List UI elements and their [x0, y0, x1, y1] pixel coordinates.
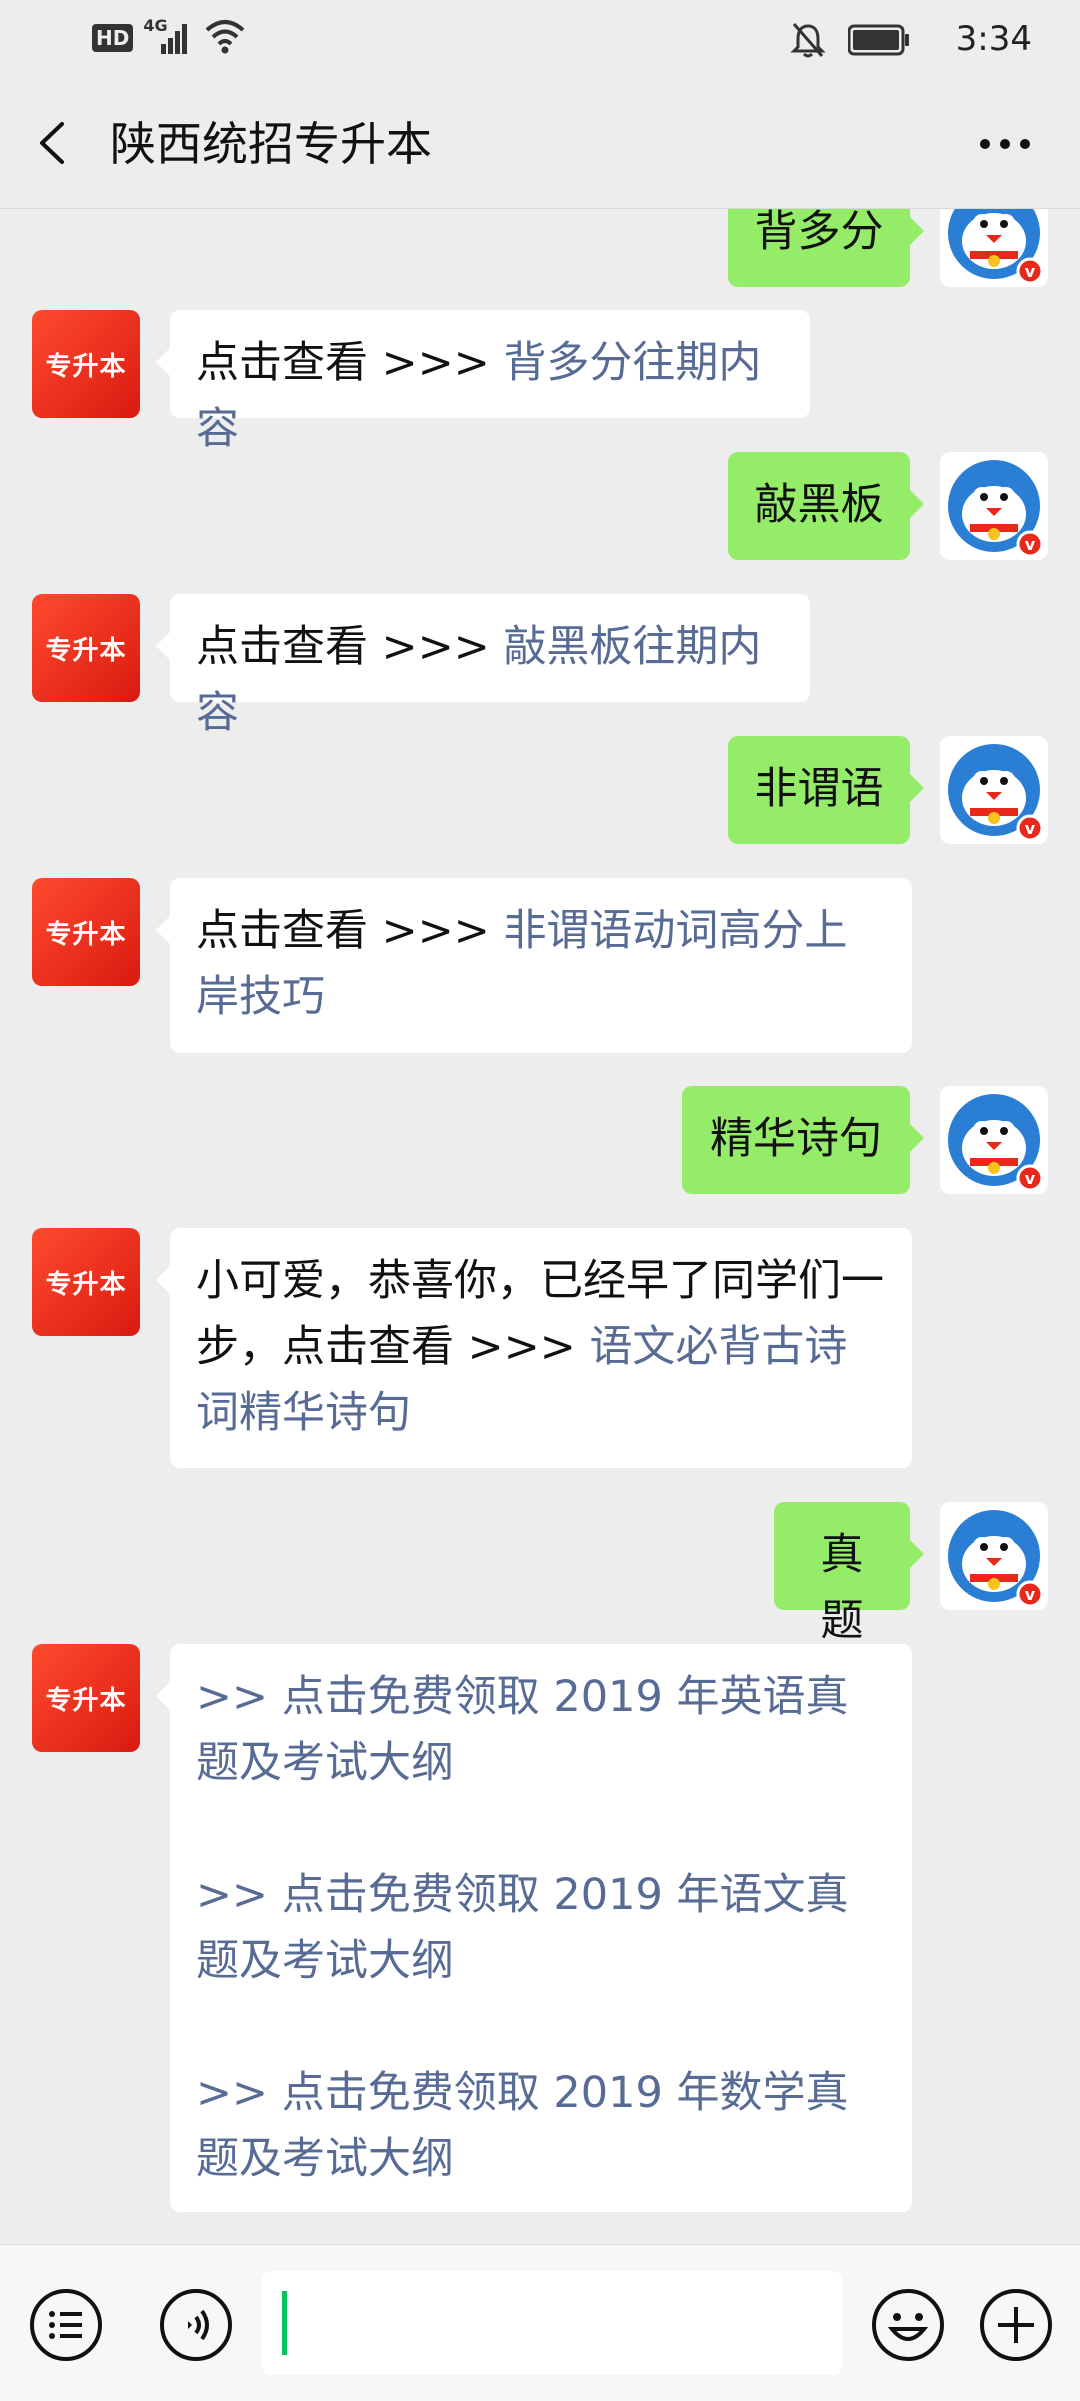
status-bar: HD 4G 3:34: [0, 0, 1080, 78]
emoji-icon: [872, 2289, 944, 2361]
svg-text:v: v: [1025, 1169, 1036, 1188]
message-link[interactable]: >> 点击免费领取 2019 年英语真题及考试大纲: [196, 1664, 886, 1796]
clock: 3:34: [955, 19, 1032, 59]
mute-bell-icon: [790, 20, 826, 64]
penguin-avatar-icon: v: [948, 209, 1044, 285]
penguin-avatar-icon: v: [948, 744, 1044, 842]
received-bubble: 点击查看 >>> 背多分往期内容: [156, 310, 810, 454]
svg-text:v: v: [1025, 262, 1036, 281]
status-left: HD 4G: [92, 16, 247, 60]
hd-badge: HD: [92, 24, 134, 52]
user-avatar[interactable]: v: [940, 1502, 1048, 1610]
svg-text:v: v: [1025, 535, 1036, 554]
account-avatar[interactable]: 专升本: [32, 594, 140, 702]
voice-icon: [160, 2289, 232, 2361]
account-avatar[interactable]: 专升本: [32, 878, 140, 986]
menu-button[interactable]: [28, 2287, 104, 2363]
account-avatar[interactable]: 专升本: [32, 1644, 140, 1752]
penguin-avatar-icon: v: [948, 1510, 1044, 1608]
chevron-left-icon: [40, 122, 64, 164]
text-cursor: [282, 2291, 287, 2355]
chat-header: 陕西统招专升本: [0, 78, 1080, 209]
received-bubble: 点击查看 >>> 非谓语动词高分上岸技巧: [156, 878, 912, 1053]
back-button[interactable]: [28, 116, 82, 170]
plus-button[interactable]: [978, 2287, 1054, 2363]
more-dots-icon: [980, 139, 1030, 149]
sent-bubble[interactable]: 真题: [774, 1502, 924, 1646]
penguin-avatar-icon: v: [948, 1094, 1044, 1192]
plus-icon: [980, 2289, 1052, 2361]
message-text: 非谓语: [754, 764, 884, 814]
sent-bubble[interactable]: 非谓语: [728, 736, 924, 844]
received-bubble: 小可爱，恭喜你，已经早了同学们一步，点击查看 >>> 语文必背古诗词精华诗句: [156, 1228, 912, 1468]
message-text: 背多分: [754, 209, 884, 257]
sent-bubble[interactable]: 精华诗句: [682, 1086, 924, 1194]
user-avatar[interactable]: v: [940, 736, 1048, 844]
user-avatar[interactable]: v: [940, 1086, 1048, 1194]
user-avatar[interactable]: v: [940, 452, 1048, 560]
sent-bubble[interactable]: 背多分: [728, 209, 924, 287]
received-bubble: >> 点击免费领取 2019 年英语真题及考试大纲 >> 点击免费领取 2019…: [156, 1644, 912, 2212]
sent-bubble[interactable]: 敲黑板: [728, 452, 924, 560]
message-text: 敲黑板: [754, 480, 884, 530]
svg-text:v: v: [1025, 1585, 1036, 1604]
message-link[interactable]: >> 点击免费领取 2019 年语文真题及考试大纲: [196, 1862, 886, 1994]
chat-title: 陕西统招专升本: [110, 117, 432, 171]
account-avatar[interactable]: 专升本: [32, 1228, 140, 1336]
message-link[interactable]: >> 点击免费领取 2019 年数学真题及考试大纲: [196, 2060, 886, 2192]
input-bar: [0, 2244, 1080, 2401]
status-right: [790, 20, 910, 64]
message-input[interactable]: [262, 2271, 842, 2375]
menu-list-icon: [30, 2289, 102, 2361]
signal-icon: 4G: [143, 16, 193, 58]
message-text: 点击查看 >>>: [196, 906, 504, 956]
chat-messages[interactable]: 背多分 v 专升本 点击查看 >>> 背多分往期内容 敲黑板 v 专升本 点击查…: [0, 209, 1080, 2244]
emoji-button[interactable]: [870, 2287, 946, 2363]
wifi-icon: [203, 16, 247, 60]
message-text: 真题: [820, 1530, 864, 1646]
svg-text:v: v: [1025, 819, 1036, 838]
account-avatar[interactable]: 专升本: [32, 310, 140, 418]
network-type: 4G: [143, 16, 168, 35]
battery-icon: [847, 24, 910, 60]
voice-button[interactable]: [158, 2287, 234, 2363]
message-text: 点击查看 >>>: [196, 338, 504, 388]
message-text: 精华诗句: [710, 1114, 882, 1164]
received-bubble: 点击查看 >>> 敲黑板往期内容: [156, 594, 810, 738]
more-button[interactable]: [970, 124, 1040, 164]
user-avatar[interactable]: v: [940, 209, 1048, 287]
penguin-avatar-icon: v: [948, 460, 1044, 558]
message-text: 点击查看 >>>: [196, 622, 504, 672]
